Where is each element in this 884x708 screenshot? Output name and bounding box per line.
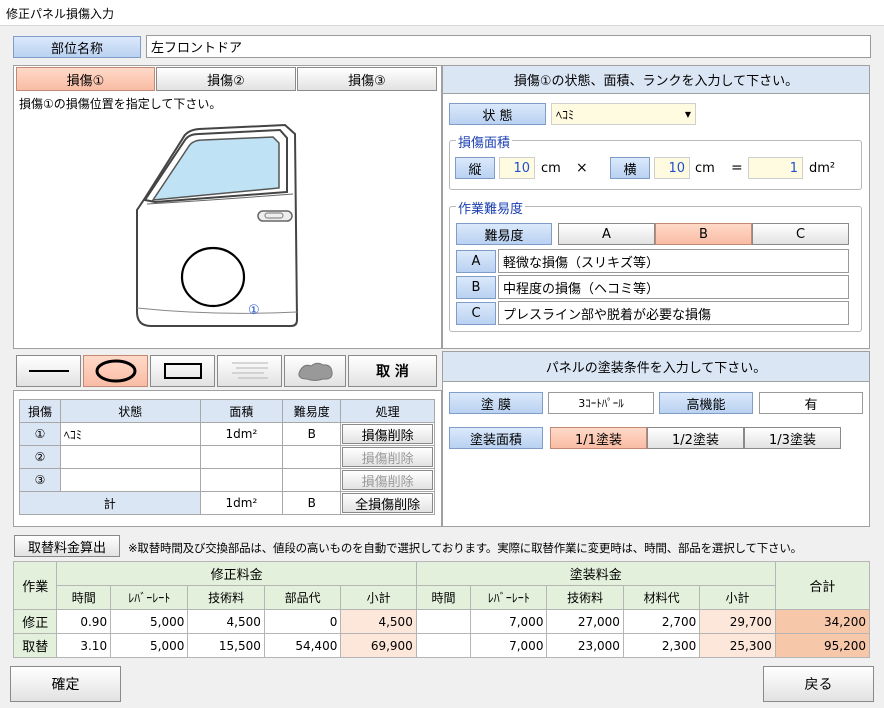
horizontal-button[interactable]: 横: [610, 157, 650, 179]
table-total-row: 計 1dm² B 全損傷削除: [19, 491, 435, 515]
col-damage: 損傷: [19, 399, 61, 423]
paint-film-button[interactable]: 塗 膜: [449, 392, 543, 414]
area-group-title: 損傷面積: [456, 132, 513, 151]
ellipse-tool-button[interactable]: [83, 355, 148, 387]
delete-damage-1-button[interactable]: 損傷削除: [342, 424, 433, 444]
cancel-button[interactable]: 取 消: [348, 355, 437, 387]
calc-replacement-button[interactable]: 取替料金算出: [14, 535, 120, 557]
table-row[interactable]: ① ﾍｺﾐ 1dm² B 損傷削除: [19, 422, 435, 446]
col-action: 処理: [340, 399, 435, 423]
tab-damage-3[interactable]: 損傷③: [297, 67, 437, 91]
paint-area-button[interactable]: 塗装面積: [449, 427, 543, 449]
repair-fee-header: 修正料金: [56, 561, 417, 586]
difficulty-desc-c: プレスライン部や脱着が必要な損傷: [498, 301, 849, 325]
confirm-button[interactable]: 確定: [10, 666, 121, 702]
paint-fee-header: 塗装料金: [415, 561, 776, 586]
work-header: 作業: [12, 561, 58, 610]
calc-note: ※取替時間及び交換部品は、値段の高いものを自動で選択しております。実際に取替作業…: [128, 541, 802, 555]
table-row: 修正 0.90 5,000 4,500 0 4,500 7,000 27,000…: [12, 609, 871, 634]
delete-all-damage-button[interactable]: 全損傷削除: [342, 493, 433, 513]
ellipse-icon: [95, 359, 136, 383]
difficulty-option-c[interactable]: C: [752, 223, 849, 245]
difficulty-button[interactable]: 難易度: [456, 223, 552, 245]
col-area: 面積: [199, 399, 284, 423]
col-rank: 難易度: [282, 399, 342, 423]
texture-tool-button[interactable]: [284, 355, 346, 387]
horizontal-input[interactable]: 10: [654, 157, 690, 179]
paint-header: パネルの塗装条件を入力して下さい。: [443, 352, 869, 382]
high-performance-button[interactable]: 高機能: [659, 392, 753, 414]
difficulty-desc-b: 中程度の損傷（ヘコミ等）: [498, 275, 849, 299]
hatch-tool-button[interactable]: [217, 355, 282, 387]
damage-table: 損傷 状態 面積 難易度 処理 ① ﾍｺﾐ 1dm² B 損傷削除 ② 損傷削除…: [19, 399, 435, 515]
paint-film-value[interactable]: 3ｺｰﾄﾊﾟｰﾙ: [548, 392, 654, 414]
rough-texture-icon: [298, 362, 333, 381]
paint-area-full[interactable]: 1/1塗装: [550, 427, 647, 449]
difficulty-key-c[interactable]: C: [456, 302, 496, 325]
window-title: 修正パネル損傷入力: [0, 0, 884, 26]
back-button[interactable]: 戻る: [763, 666, 874, 702]
dropdown-arrow-icon: ▼: [684, 109, 691, 119]
paint-area-third[interactable]: 1/3塗装: [744, 427, 841, 449]
difficulty-key-a[interactable]: A: [456, 250, 496, 273]
equals-sign: =: [731, 160, 743, 176]
damage-hint: 損傷①の損傷位置を指定して下さい。: [19, 97, 222, 111]
difficulty-desc-a: 軽微な損傷（スリキズ等）: [498, 249, 849, 273]
state-button[interactable]: 状 態: [449, 103, 546, 125]
rectangle-tool-button[interactable]: [150, 355, 215, 387]
high-performance-value[interactable]: 有: [759, 392, 863, 414]
total-header: 合計: [774, 561, 871, 610]
tab-damage-1[interactable]: 損傷①: [16, 67, 155, 91]
line-tool-button[interactable]: [16, 355, 81, 387]
vertical-button[interactable]: 縦: [455, 157, 495, 179]
state-value: ﾍｺﾐ: [556, 107, 575, 122]
col-state: 状態: [59, 399, 201, 423]
difficulty-option-b[interactable]: B: [655, 223, 752, 245]
tab-damage-2[interactable]: 損傷②: [156, 67, 296, 91]
state-select[interactable]: ﾍｺﾐ ▼: [551, 103, 696, 125]
line-icon: [28, 370, 69, 372]
difficulty-key-b[interactable]: B: [456, 276, 496, 299]
table-row[interactable]: ② 損傷削除: [19, 445, 435, 469]
table-row: 取替 3.10 5,000 15,500 54,400 69,900 7,000…: [12, 633, 871, 658]
paint-area-half[interactable]: 1/2塗装: [647, 427, 744, 449]
area-result-unit: dm²: [809, 161, 836, 176]
delete-damage-2-button[interactable]: 損傷削除: [342, 447, 433, 467]
horizontal-unit: cm: [695, 161, 715, 176]
damage-marker-1: ①: [248, 303, 260, 318]
table-row[interactable]: ③ 損傷削除: [19, 468, 435, 492]
times-sign: ×: [576, 160, 588, 176]
fee-table: 作業 修正料金 塗装料金 合計 時間 ﾚﾊﾞｰﾚｰﾄ 技術料 部品代 小計 時間…: [12, 561, 871, 658]
difficulty-option-a[interactable]: A: [558, 223, 655, 245]
difficulty-group-title: 作業難易度: [456, 198, 526, 217]
vertical-unit: cm: [541, 161, 561, 176]
part-name-field[interactable]: 左フロントドア: [146, 35, 871, 58]
area-result: 1: [748, 157, 803, 179]
damage-detail-header: 損傷①の状態、面積、ランクを入力して下さい。: [443, 66, 869, 94]
hatch-lines-icon: [231, 362, 268, 379]
part-name-button[interactable]: 部位名称: [13, 36, 141, 58]
rectangle-icon: [163, 363, 202, 379]
vertical-input[interactable]: 10: [499, 157, 535, 179]
door-diagram[interactable]: [125, 120, 325, 330]
delete-damage-3-button[interactable]: 損傷削除: [342, 470, 433, 490]
